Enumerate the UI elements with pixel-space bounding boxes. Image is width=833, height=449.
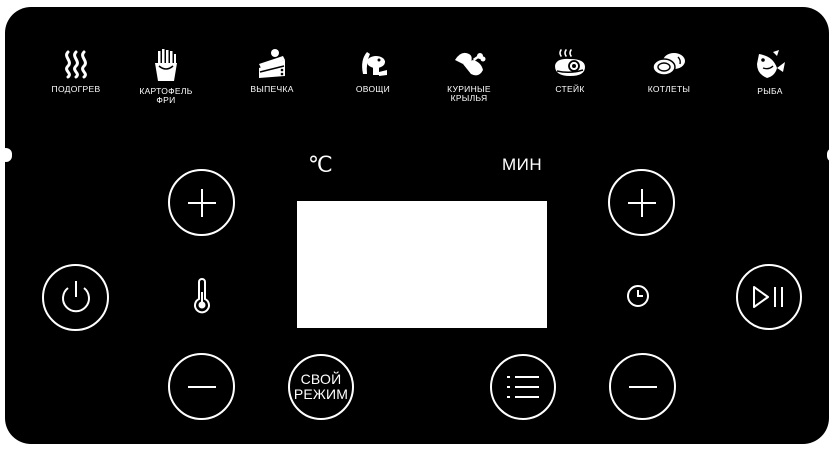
mode-label: КАРТОФЕЛЬ ФРИ: [139, 86, 193, 105]
clock-icon: [627, 285, 649, 307]
thermometer-icon: [194, 278, 210, 314]
mode-vegetables[interactable]: ОВОЩИ: [328, 48, 418, 94]
mode-label: ОВОЩИ: [355, 84, 391, 94]
mode-baking[interactable]: ВЫПЕЧКА: [227, 48, 317, 94]
mode-label: ПОДОГРЕВ: [51, 84, 101, 94]
mode-label: КОТЛЕТЫ: [647, 84, 691, 94]
time-increase-button[interactable]: [608, 169, 675, 236]
play-pause-button[interactable]: [736, 264, 802, 330]
plus-icon: [627, 188, 656, 217]
cake-icon: [259, 49, 285, 78]
vegetables-icon: [362, 52, 387, 76]
menu-list-icon: [507, 376, 539, 398]
mode-label: ВЫПЕЧКА: [250, 84, 294, 94]
heat-waves-icon: [65, 50, 87, 79]
french-fries-icon: [155, 49, 177, 81]
mode-label: СТЕЙК: [555, 84, 585, 94]
temperature-unit: ℃: [308, 152, 333, 177]
right-mount-notch: [827, 148, 833, 162]
time-decrease-button[interactable]: [609, 353, 676, 420]
power-icon: [61, 280, 90, 312]
mode-fish[interactable]: РЫБА: [725, 48, 815, 96]
time-unit: МИН: [502, 155, 543, 174]
mode-label: РЫБА: [757, 86, 783, 96]
display-screen: [297, 201, 547, 328]
temperature-decrease-button[interactable]: [168, 353, 235, 420]
power-button[interactable]: [42, 264, 109, 331]
mode-steak[interactable]: СТЕЙК: [525, 48, 615, 94]
cutlets-icon: [652, 53, 685, 76]
mode-reheat[interactable]: ПОДОГРЕВ: [31, 48, 121, 94]
steak-icon: [555, 49, 585, 76]
mode-chicken-wings[interactable]: КУРИНЫЕ КРЫЛЬЯ: [424, 48, 514, 103]
mode-cutlets[interactable]: КОТЛЕТЫ: [624, 48, 714, 94]
play-pause-icon: [753, 286, 783, 308]
temperature-increase-button[interactable]: [168, 169, 235, 236]
plus-icon: [187, 188, 216, 217]
menu-button[interactable]: [490, 354, 556, 420]
minus-icon: [187, 385, 216, 388]
mode-label: КУРИНЫЕ КРЫЛЬЯ: [447, 84, 491, 103]
custom-mode-button[interactable]: СВОЙ РЕЖИМ: [288, 354, 354, 420]
custom-mode-label: СВОЙ РЕЖИМ: [293, 371, 349, 402]
left-mount-notch: [0, 148, 12, 162]
mode-french-fries[interactable]: КАРТОФЕЛЬ ФРИ: [121, 48, 211, 105]
minus-icon: [628, 385, 657, 388]
chicken-wings-icon: [455, 52, 486, 76]
fish-icon: [757, 50, 785, 78]
